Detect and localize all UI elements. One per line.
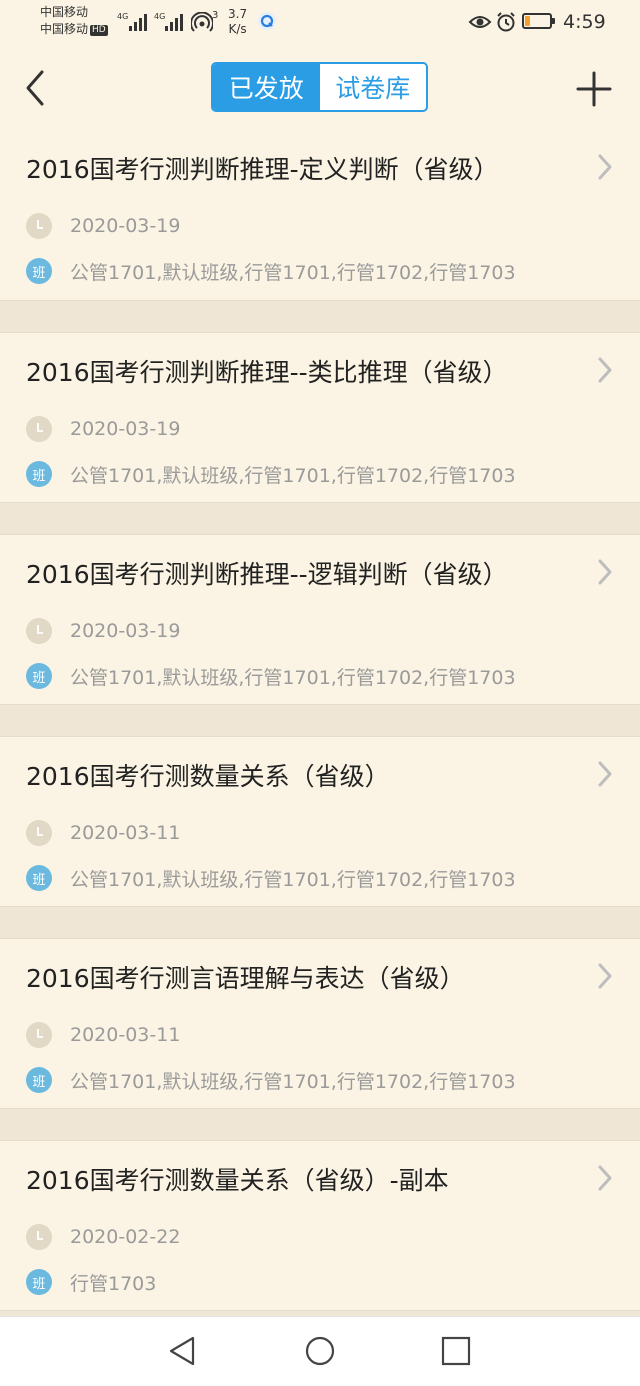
- paper-classes: 行管1703: [70, 1272, 157, 1295]
- nav-back-button[interactable]: [167, 1335, 199, 1367]
- paper-date: 2020-03-11: [70, 822, 181, 844]
- plus-icon: [576, 71, 612, 107]
- paper-card[interactable]: 2016国考行测判断推理-定义判断（省级） 2020-03-19 班 公管170…: [0, 130, 640, 301]
- paper-title: 2016国考行测判断推理-定义判断（省级）: [26, 155, 499, 184]
- network-type-1: 4G: [117, 12, 129, 21]
- chevron-right-icon: [598, 154, 612, 180]
- chevron-right-icon: [598, 761, 612, 787]
- hd-badge: HD: [90, 25, 108, 36]
- tab-issued[interactable]: 已发放: [213, 64, 320, 110]
- clock-icon: [26, 1224, 52, 1250]
- paper-classes: 公管1701,默认班级,行管1701,行管1702,行管1703: [70, 868, 516, 891]
- paper-date-row: 2020-03-11: [26, 820, 180, 846]
- eye-icon: [468, 16, 492, 28]
- circle-home-icon: [305, 1336, 335, 1366]
- battery-icon: [522, 13, 555, 29]
- paper-date-row: 2020-03-19: [26, 618, 180, 644]
- add-button[interactable]: [576, 71, 612, 107]
- back-button[interactable]: [18, 68, 54, 108]
- chevron-right-icon: [598, 357, 612, 383]
- paper-classes-row: 班 行管1703: [26, 1269, 156, 1295]
- battery-level: [525, 16, 530, 26]
- speed-value: 3.7: [228, 7, 248, 21]
- clock-icon: [26, 1022, 52, 1048]
- paper-date: 2020-03-19: [70, 215, 181, 237]
- carrier-1: 中国移动: [40, 5, 89, 19]
- hotspot-count: 3: [212, 10, 219, 21]
- paper-card[interactable]: 2016国考行测判断推理--类比推理（省级） 2020-03-19 班 公管17…: [0, 332, 640, 503]
- carrier-info: 中国移动 中国移动 HD: [40, 4, 108, 38]
- paper-classes-row: 班 公管1701,默认班级,行管1701,行管1702,行管1703: [26, 663, 516, 689]
- paper-date: 2020-03-11: [70, 1024, 181, 1046]
- tab-switcher: 已发放 试卷库: [211, 62, 428, 112]
- speed-unit: K/s: [228, 22, 247, 36]
- class-badge-icon: 班: [26, 1269, 52, 1295]
- paper-card[interactable]: 2016国考行测言语理解与表达（省级） 2020-03-11 班 公管1701,…: [0, 938, 640, 1109]
- hotspot-icon: [191, 12, 213, 32]
- paper-classes: 公管1701,默认班级,行管1701,行管1702,行管1703: [70, 1070, 516, 1093]
- clock-icon: [26, 213, 52, 239]
- paper-date-row: 2020-03-19: [26, 213, 180, 239]
- clock-icon: [26, 618, 52, 644]
- paper-classes-row: 班 公管1701,默认班级,行管1701,行管1702,行管1703: [26, 258, 516, 284]
- clock-icon: [26, 820, 52, 846]
- paper-date: 2020-02-22: [70, 1226, 181, 1248]
- paper-title: 2016国考行测判断推理--逻辑判断（省级）: [26, 560, 508, 589]
- class-badge-icon: 班: [26, 1067, 52, 1093]
- paper-card[interactable]: 2016国考行测数量关系（省级） 2020-03-11 班 公管1701,默认班…: [0, 736, 640, 907]
- paper-title: 2016国考行测数量关系（省级）-副本: [26, 1166, 449, 1195]
- app-header: 已发放 试卷库: [0, 44, 640, 130]
- network-speed: 3.7 K/s: [228, 7, 247, 37]
- nav-recents-button[interactable]: [440, 1335, 472, 1367]
- status-bar: 中国移动 中国移动 HD 4G 4G 3 3.7 K/s 4:59: [0, 0, 640, 44]
- class-badge-icon: 班: [26, 865, 52, 891]
- triangle-back-icon: [169, 1336, 195, 1366]
- tab-paper-library[interactable]: 试卷库: [320, 64, 427, 110]
- alarm-icon: [497, 12, 515, 32]
- paper-title: 2016国考行测言语理解与表达（省级）: [26, 964, 465, 993]
- app-notification-icon: [258, 12, 276, 30]
- square-recents-icon: [441, 1336, 471, 1366]
- clock-icon: [26, 416, 52, 442]
- chevron-right-icon: [598, 963, 612, 989]
- signal-icon: [129, 14, 147, 31]
- paper-date-row: 2020-02-22: [26, 1224, 180, 1250]
- paper-card[interactable]: 2016国考行测判断推理--逻辑判断（省级） 2020-03-19 班 公管17…: [0, 534, 640, 705]
- class-badge-icon: 班: [26, 258, 52, 284]
- paper-classes: 公管1701,默认班级,行管1701,行管1702,行管1703: [70, 261, 516, 284]
- nav-home-button[interactable]: [304, 1335, 336, 1367]
- carrier-2: 中国移动: [40, 22, 89, 36]
- paper-date-row: 2020-03-11: [26, 1022, 180, 1048]
- paper-classes-row: 班 公管1701,默认班级,行管1701,行管1702,行管1703: [26, 461, 516, 487]
- paper-card[interactable]: 2016国考行测数量关系（省级）-副本 2020-02-22 班 行管1703: [0, 1140, 640, 1311]
- paper-title: 2016国考行测数量关系（省级）: [26, 762, 390, 791]
- paper-date: 2020-03-19: [70, 418, 181, 440]
- paper-date-row: 2020-03-19: [26, 416, 180, 442]
- chevron-right-icon: [598, 559, 612, 585]
- signal-icon: [165, 14, 183, 31]
- system-nav-bar: [0, 1316, 640, 1386]
- chevron-right-icon: [598, 1165, 612, 1191]
- class-badge-icon: 班: [26, 663, 52, 689]
- paper-classes: 公管1701,默认班级,行管1701,行管1702,行管1703: [70, 666, 516, 689]
- paper-date: 2020-03-19: [70, 620, 181, 642]
- paper-classes-row: 班 公管1701,默认班级,行管1701,行管1702,行管1703: [26, 1067, 516, 1093]
- paper-classes: 公管1701,默认班级,行管1701,行管1702,行管1703: [70, 464, 516, 487]
- paper-list: 2016国考行测判断推理-定义判断（省级） 2020-03-19 班 公管170…: [0, 130, 640, 1316]
- paper-classes-row: 班 公管1701,默认班级,行管1701,行管1702,行管1703: [26, 865, 516, 891]
- paper-title: 2016国考行测判断推理--类比推理（省级）: [26, 358, 508, 387]
- back-arrow-icon: [26, 70, 44, 106]
- clock: 4:59: [563, 11, 606, 33]
- class-badge-icon: 班: [26, 461, 52, 487]
